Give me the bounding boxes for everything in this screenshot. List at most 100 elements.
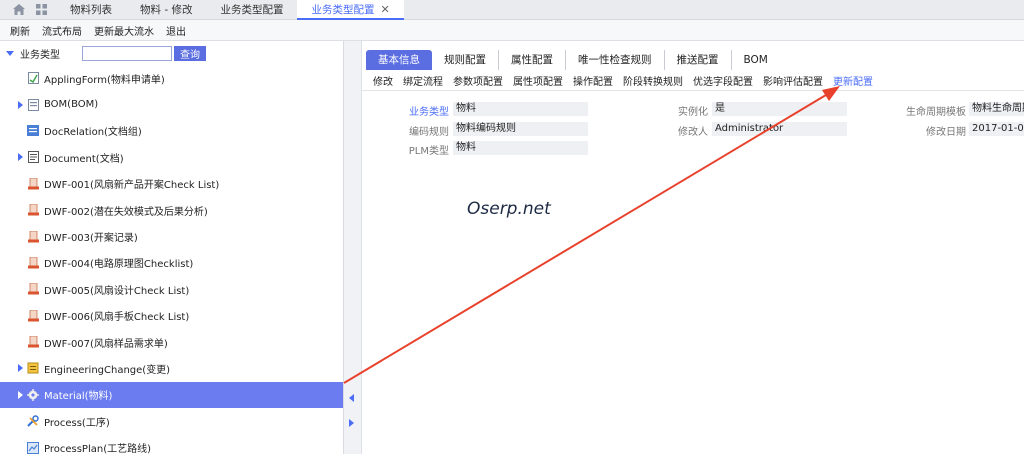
dwf-icon bbox=[27, 336, 39, 348]
tab-biz-type-config-active[interactable]: 业务类型配置 ✕ bbox=[297, 0, 404, 20]
tree-item-label: Document(文档) bbox=[44, 153, 124, 165]
tree-item-label: ApplingForm(物料申请单) bbox=[44, 74, 165, 86]
dwf-icon bbox=[27, 256, 39, 269]
lifecycle-value: 物料生命周期 bbox=[969, 102, 1024, 116]
plm-type-label: PLM类型 bbox=[408, 146, 449, 157]
lifecycle-label: 生命周期模板 bbox=[906, 107, 966, 118]
tree-item[interactable]: DWF-002(潜在失效模式及后果分析) bbox=[0, 197, 343, 223]
document-icon bbox=[27, 151, 39, 164]
instantiate-value: 是 bbox=[712, 102, 847, 116]
plm-type-value: 物料 bbox=[453, 141, 588, 155]
dwf-icon bbox=[27, 283, 39, 295]
chevron-right-icon[interactable] bbox=[18, 100, 23, 109]
tree-item[interactable]: DWF-007(风扇样品需求单) bbox=[0, 329, 343, 355]
modify-date-value: 2017-01-01 bbox=[969, 122, 1024, 136]
param-config-button[interactable]: 参数项配置 bbox=[448, 73, 508, 88]
tab-bom[interactable]: BOM bbox=[732, 50, 780, 70]
preferred-field-button[interactable]: 优选字段配置 bbox=[688, 73, 758, 88]
tree-item[interactable]: Process(工序) bbox=[0, 408, 343, 434]
change-icon bbox=[27, 362, 39, 374]
close-icon[interactable]: ✕ bbox=[380, 3, 389, 16]
tree-item-label: EngineeringChange(变更) bbox=[44, 364, 171, 376]
chevron-right-icon[interactable] bbox=[18, 153, 23, 162]
tree-item-label: DWF-003(开案记录) bbox=[44, 233, 138, 245]
watermark-text: Oserp.net bbox=[467, 199, 551, 219]
search-button[interactable]: 查询 bbox=[174, 45, 206, 61]
dwf-icon bbox=[27, 204, 39, 216]
gear-icon bbox=[27, 388, 39, 401]
tree-item-label: BOM(BOM) bbox=[44, 99, 99, 111]
tree-item-label: Material(物料) bbox=[44, 391, 113, 403]
tab-biz-type-config[interactable]: 业务类型配置 bbox=[206, 0, 297, 20]
tree-search-row: 业务类型 查询 bbox=[0, 41, 343, 65]
modifier-label: 修改人 bbox=[678, 127, 708, 138]
chevron-right-icon[interactable] bbox=[18, 364, 23, 373]
tree-item[interactable]: Document(文档) bbox=[0, 144, 343, 170]
main-toolbar: 刷新 流式布局 更新最大流水 退出 bbox=[0, 20, 1024, 41]
exit-button[interactable]: 退出 bbox=[160, 23, 192, 38]
bom-icon bbox=[27, 98, 39, 111]
update-max-serial-button[interactable]: 更新最大流水 bbox=[88, 23, 160, 38]
detail-tab-bar: 基本信息 规则配置 属性配置 唯一性检查规则 推送配置 BOM bbox=[366, 50, 780, 70]
modifier-value: Administrator bbox=[712, 122, 847, 136]
grid-menu-icon[interactable] bbox=[30, 0, 52, 20]
instantiate-label: 实例化 bbox=[678, 107, 708, 118]
impact-assessment-button[interactable]: 影响评估配置 bbox=[758, 73, 828, 88]
tree-item[interactable]: DWF-001(风扇新产品开案Check List) bbox=[0, 171, 343, 197]
search-input[interactable] bbox=[82, 45, 172, 61]
update-config-button[interactable]: 更新配置 bbox=[828, 73, 878, 88]
expand-right-icon[interactable] bbox=[349, 419, 354, 427]
attr-item-config-button[interactable]: 属性项配置 bbox=[508, 73, 568, 88]
process-plan-icon bbox=[27, 441, 39, 454]
tree-item[interactable]: DocRelation(文档组) bbox=[0, 118, 343, 144]
tree-item-label: DWF-005(风扇设计Check List) bbox=[44, 285, 190, 297]
collapse-left-icon[interactable] bbox=[349, 394, 354, 402]
dwf-icon bbox=[27, 309, 39, 322]
detail-panel: 基本信息 规则配置 属性配置 唯一性检查规则 推送配置 BOM 修改 绑定流程 … bbox=[362, 41, 1024, 454]
tree-item[interactable]: DWF-005(风扇设计Check List) bbox=[0, 276, 343, 302]
chevron-right-icon[interactable] bbox=[18, 390, 23, 399]
refresh-button[interactable]: 刷新 bbox=[4, 23, 36, 38]
home-icon[interactable] bbox=[8, 0, 30, 20]
tree-item-label: DWF-007(风扇样品需求单) bbox=[44, 338, 168, 350]
edit-button[interactable]: 修改 bbox=[368, 73, 398, 88]
tree-item[interactable]: DWF-003(开案记录) bbox=[0, 223, 343, 249]
dwf-icon bbox=[27, 177, 39, 190]
tab-uniqueness-rules[interactable]: 唯一性检查规则 bbox=[566, 50, 665, 70]
panel-splitter[interactable] bbox=[344, 41, 362, 454]
tab-push-config[interactable]: 推送配置 bbox=[665, 50, 732, 70]
tab-label: 业务类型配置 bbox=[311, 3, 375, 16]
tree-item-label: DWF-002(潜在失效模式及后果分析) bbox=[44, 206, 208, 218]
tree-item[interactable]: EngineeringChange(变更) bbox=[0, 355, 343, 381]
tree-item-selected[interactable]: Material(物料) bbox=[0, 381, 343, 409]
tree-item[interactable]: ProcessPlan(工艺路线) bbox=[0, 434, 343, 454]
tree-item-label: ProcessPlan(工艺路线) bbox=[44, 444, 152, 454]
doc-group-icon bbox=[27, 125, 39, 137]
top-tab-bar: 物料列表 物料 - 修改 业务类型配置 业务类型配置 ✕ bbox=[0, 0, 1024, 20]
tree-item[interactable]: DWF-006(风扇手板Check List) bbox=[0, 303, 343, 329]
caret-down-icon[interactable] bbox=[6, 50, 14, 56]
tree-item[interactable]: BOM(BOM) bbox=[0, 91, 343, 117]
tab-material-list[interactable]: 物料列表 bbox=[56, 0, 126, 20]
tab-rule-config[interactable]: 规则配置 bbox=[432, 50, 499, 70]
tree-item[interactable]: ApplingForm(物料申请单) bbox=[0, 65, 343, 91]
tree-item-label: DocRelation(文档组) bbox=[44, 127, 142, 139]
code-rule-value: 物料编码规则 bbox=[453, 122, 588, 136]
code-rule-label: 编码规则 bbox=[409, 127, 449, 138]
stage-transition-button[interactable]: 阶段转换规则 bbox=[618, 73, 688, 88]
tree-item-label: DWF-006(风扇手板Check List) bbox=[44, 312, 190, 324]
tab-attribute-config[interactable]: 属性配置 bbox=[499, 50, 566, 70]
tree-root-label: 业务类型 bbox=[20, 49, 60, 61]
biz-type-label: 业务类型 bbox=[409, 107, 449, 118]
form-icon bbox=[27, 72, 39, 85]
detail-sub-toolbar: 修改 绑定流程 参数项配置 属性项配置 操作配置 阶段转换规则 优选字段配置 影… bbox=[362, 71, 1024, 91]
biz-type-value: 物料 bbox=[453, 102, 588, 116]
operation-config-button[interactable]: 操作配置 bbox=[568, 73, 618, 88]
tab-material-edit[interactable]: 物料 - 修改 bbox=[126, 0, 206, 20]
bind-flow-button[interactable]: 绑定流程 bbox=[398, 73, 448, 88]
tab-basic-info[interactable]: 基本信息 bbox=[366, 50, 432, 70]
tree-item-label: DWF-001(风扇新产品开案Check List) bbox=[44, 180, 220, 192]
flow-layout-button[interactable]: 流式布局 bbox=[36, 23, 88, 38]
tree-item[interactable]: DWF-004(电路原理图Checklist) bbox=[0, 250, 343, 276]
tree-item-label: DWF-004(电路原理图Checklist) bbox=[44, 259, 194, 271]
